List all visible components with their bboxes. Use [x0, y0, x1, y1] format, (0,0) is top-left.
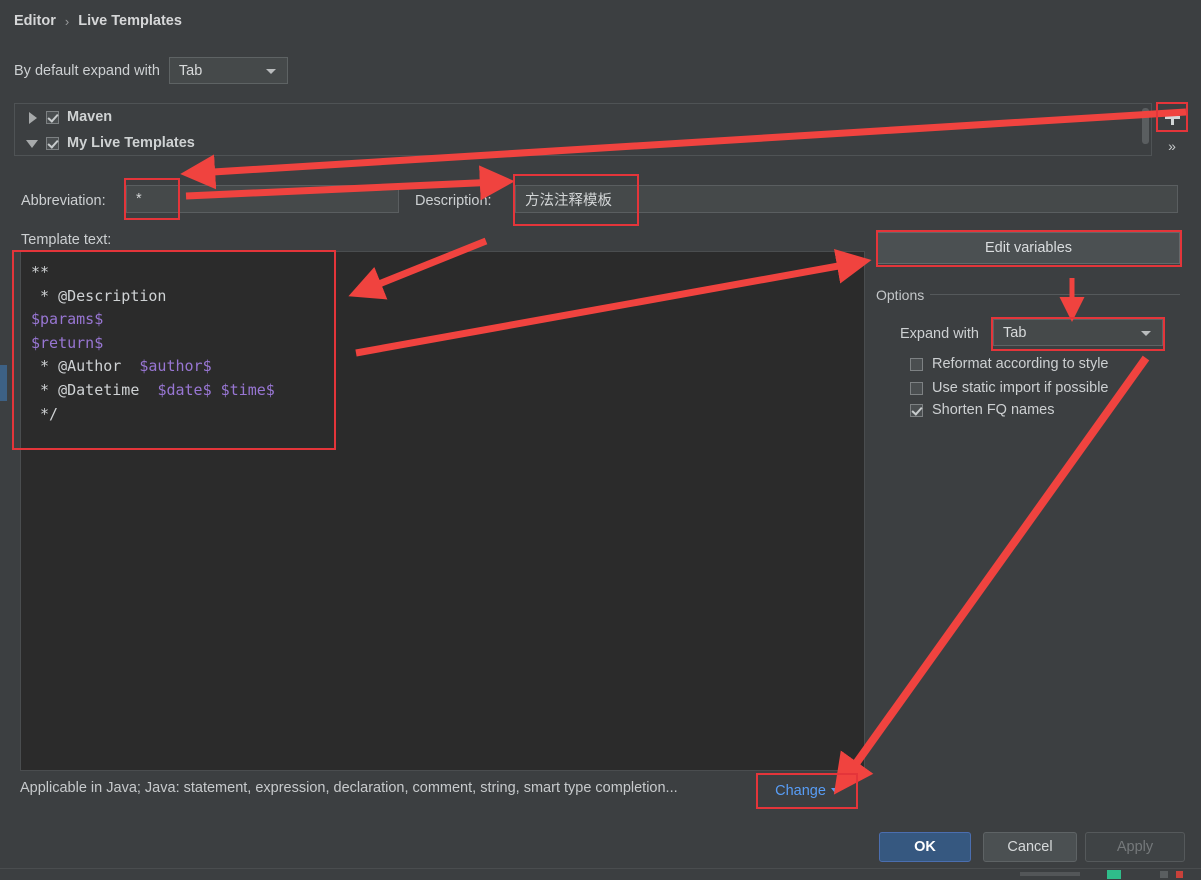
tree-row-my-live-templates[interactable]: My Live Templates — [15, 130, 1151, 155]
tree-scrollbar-thumb[interactable] — [1142, 108, 1149, 144]
checkbox-reformat[interactable] — [910, 357, 923, 371]
default-expand-value: Tab — [178, 62, 203, 79]
description-label: Description: — [415, 193, 492, 209]
template-comment: */ — [31, 404, 59, 423]
option-shorten-fq-names[interactable]: Shorten FQ names — [910, 402, 1055, 418]
template-groups-tree[interactable]: Maven My Live Templates — [14, 103, 1152, 156]
applicable-context-text: Applicable in Java; Java: statement, exp… — [20, 780, 678, 796]
tree-label-maven: Maven — [67, 109, 113, 125]
apply-button: Apply — [1085, 832, 1185, 862]
template-text-editor[interactable]: ** * @Description $params$ $return$ * @Au… — [20, 251, 865, 771]
tree-checkbox-my-live-templates[interactable] — [46, 136, 59, 150]
status-bar-text-blur — [1020, 872, 1080, 876]
expand-with-value: Tab — [1003, 324, 1027, 341]
template-text-line: */ — [31, 403, 864, 427]
chevron-down-icon — [830, 788, 839, 793]
status-bar-green-indicator — [1107, 870, 1121, 879]
change-context-button[interactable]: Change — [757, 774, 857, 807]
abbreviation-input[interactable]: * — [126, 185, 399, 213]
options-section-title: Options — [876, 287, 925, 303]
template-variable: $params$ — [31, 310, 104, 329]
cancel-button[interactable]: Cancel — [983, 832, 1077, 862]
template-text-line: * @Description — [31, 285, 864, 309]
template-comment: @Datetime — [58, 380, 158, 399]
live-templates-settings-dialog: Editor › Live Templates By default expan… — [0, 0, 1201, 880]
template-variable: $return$ — [31, 333, 104, 352]
status-bar-red-indicator — [1176, 871, 1183, 878]
template-comment: * — [31, 357, 59, 376]
abbreviation-label: Abbreviation: — [21, 193, 106, 209]
checkbox-shorten-fq-names[interactable] — [910, 403, 923, 417]
option-reformat-according-to-style[interactable]: Reformat according to style — [910, 356, 1109, 372]
option-label-reformat: Reformat according to style — [932, 356, 1109, 372]
edit-variables-label: Edit variables — [984, 240, 1073, 256]
change-label: Change — [775, 782, 826, 799]
template-comment: * — [31, 286, 59, 305]
breadcrumb-separator-icon: › — [64, 13, 70, 29]
checkbox-static-import[interactable] — [910, 381, 923, 395]
default-expand-label: By default expand with — [14, 62, 160, 79]
expand-with-dropdown[interactable]: Tab — [993, 319, 1163, 346]
options-divider — [930, 294, 1180, 295]
chevron-down-icon — [1141, 330, 1151, 336]
chevrons-right-icon: » — [1168, 138, 1176, 154]
annotation-arrow-to-change-button — [833, 355, 1150, 795]
template-text-line: $return$ — [31, 332, 864, 356]
triangle-down-icon[interactable] — [26, 138, 38, 149]
template-comment: ** — [31, 263, 50, 281]
breadcrumb-current: Live Templates — [78, 13, 182, 29]
template-comment: @Description — [58, 286, 176, 305]
breadcrumb-root[interactable]: Editor — [14, 13, 56, 29]
option-label-shorten-fq-names: Shorten FQ names — [932, 402, 1055, 418]
add-template-button[interactable] — [1158, 104, 1186, 130]
description-input[interactable]: 方法注释模板 — [515, 185, 1178, 213]
option-use-static-import[interactable]: Use static import if possible — [910, 380, 1108, 396]
triangle-right-icon[interactable] — [27, 111, 38, 124]
template-variable: $date$ $time$ — [157, 380, 275, 399]
default-expand-row: By default expand with Tab — [14, 57, 288, 84]
expand-with-label: Expand with — [900, 326, 979, 342]
edit-variables-button[interactable]: Edit variables — [877, 232, 1180, 264]
description-value: 方法注释模板 — [525, 192, 612, 209]
template-text-line: $params$ — [31, 308, 864, 332]
status-bar-icon — [1160, 871, 1168, 878]
tree-label-my-live-templates: My Live Templates — [67, 135, 195, 151]
template-text-line: * @Datetime $date$ $time$ — [31, 379, 864, 403]
template-text-line: * @Author $author$ — [31, 355, 864, 379]
template-comment: * — [31, 380, 59, 399]
more-actions-button[interactable]: » — [1158, 133, 1186, 159]
plus-icon — [1164, 109, 1180, 125]
ok-button[interactable]: OK — [879, 832, 971, 862]
chevron-down-icon — [265, 68, 276, 74]
template-text-line: ** — [31, 261, 864, 285]
tree-checkbox-maven[interactable] — [46, 110, 59, 124]
default-expand-dropdown[interactable]: Tab — [168, 57, 288, 84]
template-text-label: Template text: — [21, 232, 112, 248]
abbreviation-value: * — [136, 191, 142, 207]
breadcrumb: Editor › Live Templates — [14, 13, 182, 29]
template-comment: @Author — [58, 357, 140, 376]
ide-left-marker — [0, 365, 7, 401]
option-label-static-import: Use static import if possible — [932, 380, 1109, 396]
tree-row-maven[interactable]: Maven — [15, 104, 1151, 130]
template-variable: $author$ — [139, 357, 212, 376]
